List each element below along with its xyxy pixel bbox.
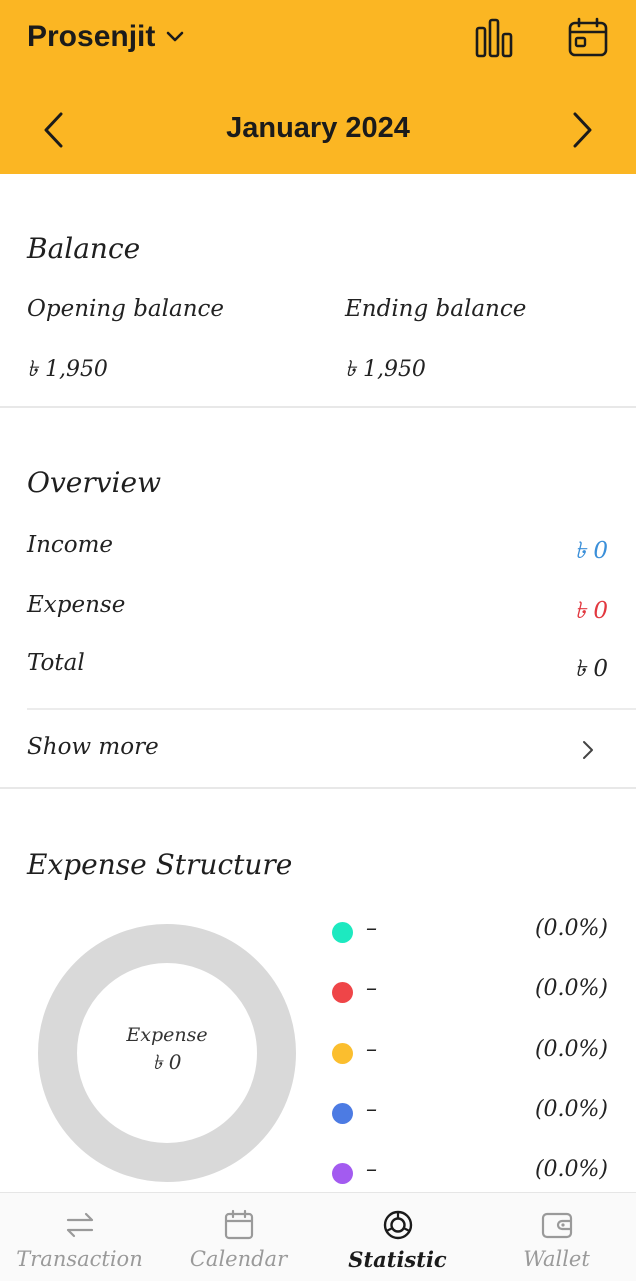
legend-color-dot xyxy=(332,922,353,943)
legend-name: – xyxy=(366,1097,377,1122)
bar-chart-icon[interactable] xyxy=(472,16,516,60)
expense-structure-title: Expense Structure xyxy=(27,848,293,881)
show-more-row[interactable]: Show more xyxy=(0,712,636,786)
legend-name: – xyxy=(366,1157,377,1182)
legend-name: – xyxy=(366,1037,377,1062)
legend-item: – (0.0%) xyxy=(332,1035,608,1071)
total-value: ৳ 0 xyxy=(574,656,608,682)
nav-label: Transaction xyxy=(16,1247,143,1271)
account-name: Prosenjit xyxy=(27,20,156,53)
legend-color-dot xyxy=(332,1103,353,1124)
balance-title: Balance xyxy=(27,232,141,265)
legend-name: – xyxy=(366,976,377,1001)
donut-label: Expense xyxy=(126,1024,208,1046)
ending-balance-label: Ending balance xyxy=(345,296,527,322)
month-navigator: January 2024 xyxy=(0,100,636,160)
legend-color-dot xyxy=(332,1043,353,1064)
ending-balance-value: ৳ 1,950 xyxy=(345,357,426,382)
legend-color-dot xyxy=(332,982,353,1003)
chevron-right-icon xyxy=(583,741,593,759)
statistic-icon xyxy=(383,1210,412,1240)
legend-percent: (0.0%) xyxy=(534,1037,608,1062)
divider xyxy=(0,406,636,408)
expense-value: ৳ 0 xyxy=(574,598,608,624)
account-selector[interactable]: Prosenjit xyxy=(27,20,185,54)
nav-label: Statistic xyxy=(348,1247,447,1272)
donut-value: ৳ 0 xyxy=(152,1050,182,1074)
legend-item: – (0.0%) xyxy=(332,1095,608,1131)
nav-tab-wallet[interactable]: Wallet xyxy=(477,1193,636,1281)
opening-balance-label: Opening balance xyxy=(27,296,225,322)
opening-balance-value: ৳ 1,950 xyxy=(27,357,108,382)
show-more-label: Show more xyxy=(27,734,159,760)
legend-item: – (0.0%) xyxy=(332,974,608,1010)
legend-percent: (0.0%) xyxy=(534,1157,608,1182)
income-value: ৳ 0 xyxy=(574,538,608,564)
calendar-icon[interactable] xyxy=(566,16,610,60)
current-month: January 2024 xyxy=(226,112,410,144)
total-label: Total xyxy=(27,650,85,676)
divider xyxy=(0,787,636,789)
nav-label: Wallet xyxy=(523,1247,590,1271)
app-header: Prosenjit January 2024 xyxy=(0,0,636,174)
bottom-navigation: Transaction Calendar Statistic Wallet xyxy=(0,1192,636,1281)
divider xyxy=(27,708,636,710)
nav-tab-transaction[interactable]: Transaction xyxy=(0,1193,159,1281)
overview-title: Overview xyxy=(27,466,162,499)
chevron-down-icon xyxy=(167,31,184,42)
legend-name: – xyxy=(366,916,377,941)
income-label: Income xyxy=(27,532,114,558)
transfer-icon xyxy=(66,1212,93,1238)
donut-center: Expense ৳ 0 xyxy=(38,1024,296,1081)
chevron-right-icon[interactable] xyxy=(564,108,600,152)
legend-item: – (0.0%) xyxy=(332,914,608,950)
nav-tab-statistic[interactable]: Statistic xyxy=(318,1193,477,1281)
legend-percent: (0.0%) xyxy=(534,916,608,941)
nav-tab-calendar[interactable]: Calendar xyxy=(159,1193,318,1281)
calendar-icon xyxy=(224,1209,253,1240)
legend-percent: (0.0%) xyxy=(534,1097,608,1122)
legend-item: – (0.0%) xyxy=(332,1155,608,1191)
legend-percent: (0.0%) xyxy=(534,976,608,1001)
nav-label: Calendar xyxy=(189,1247,288,1271)
legend-color-dot xyxy=(332,1163,353,1184)
expense-label: Expense xyxy=(27,592,126,618)
wallet-icon xyxy=(541,1212,572,1239)
